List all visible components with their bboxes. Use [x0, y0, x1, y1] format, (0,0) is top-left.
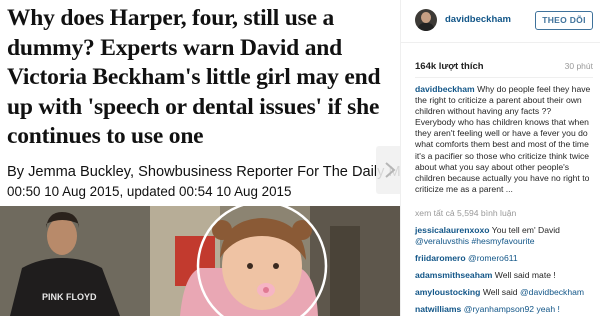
comment-mention[interactable]: @romero611: [468, 253, 518, 263]
comment-item: jessicalaurenxoxo You tell em' David @ve…: [415, 225, 595, 247]
chevron-right-icon: [385, 162, 396, 178]
comment-item: amyloustocking Well said @davidbeckham: [415, 287, 595, 298]
like-count[interactable]: 164k lượt thích: [415, 61, 484, 72]
caption-username[interactable]: davidbeckham: [415, 84, 475, 94]
comment-item: friidaromero @romero611: [415, 253, 595, 264]
article-dateline: 00:50 10 Aug 2015, updated 00:54 10 Aug …: [7, 184, 292, 199]
comment-username[interactable]: natwilliams: [415, 304, 461, 314]
article-screenshot: Why does Harper, four, still use a dummy…: [0, 0, 400, 316]
comment-username[interactable]: friidaromero: [415, 253, 466, 263]
article-byline: By Jemma Buckley, Showbusiness Reporter …: [7, 164, 400, 180]
comment-list: jessicalaurenxoxo You tell em' David @ve…: [415, 225, 595, 316]
view-all-comments-link[interactable]: xem tất cả 5,594 bình luận: [415, 208, 516, 218]
comment-username[interactable]: adamsmithseaham: [415, 270, 492, 280]
divider: [415, 77, 593, 78]
article-photo: PINK FLOYD: [0, 206, 400, 316]
comment-text: You tell em' David: [491, 225, 560, 235]
shirt-print: PINK FLOYD: [42, 292, 97, 302]
post-caption: davidbeckham Why do people feel they hav…: [415, 84, 593, 195]
comment-item: adamsmithseaham Well said mate !: [415, 270, 595, 281]
comment-username[interactable]: amyloustocking: [415, 287, 480, 297]
comment-mention[interactable]: @davidbeckham: [520, 287, 584, 297]
instagram-panel: davidbeckham THEO DÕI 164k lượt thích 30…: [400, 0, 600, 316]
comment-mention[interactable]: @ryanhampson92 yeah !: [464, 304, 560, 314]
comment-username[interactable]: jessicalaurenxoxo: [415, 225, 490, 235]
post-header: davidbeckham THEO DÕI: [401, 0, 600, 43]
comment-mention[interactable]: @veraluvsthis #hesmyfavourite: [415, 236, 535, 246]
post-timestamp: 30 phút: [564, 61, 593, 71]
follow-button[interactable]: THEO DÕI: [535, 11, 593, 30]
post-username[interactable]: davidbeckham: [445, 14, 511, 25]
comment-text: Well said mate !: [494, 270, 556, 280]
comment-text: Well said: [482, 287, 520, 297]
avatar[interactable]: [415, 9, 437, 31]
caption-text: Why do people feel they have the right t…: [415, 84, 591, 194]
article-headline: Why does Harper, four, still use a dummy…: [7, 5, 381, 149]
comment-item: natwilliams @ryanhampson92 yeah !: [415, 304, 595, 315]
